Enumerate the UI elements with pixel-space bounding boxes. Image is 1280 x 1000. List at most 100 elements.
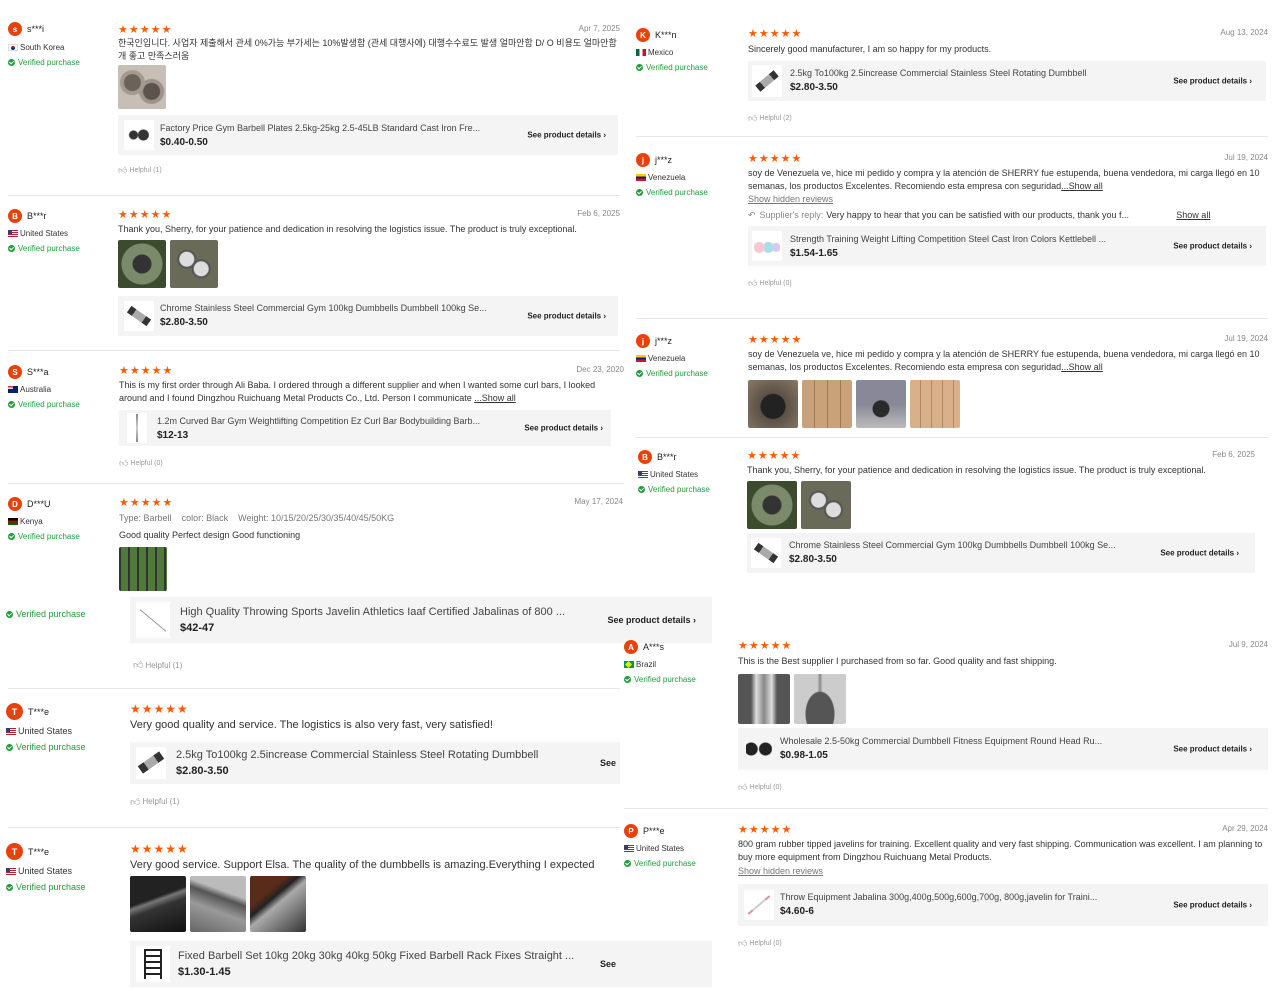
show-all-link[interactable]: ...Show all [474, 393, 516, 403]
reviewer-name: B***r [27, 211, 47, 221]
product-name: Strength Training Weight Lifting Competi… [790, 233, 1106, 244]
reviewer-name: T***e [28, 846, 50, 857]
product-name: 1.2m Curved Bar Gym Weightlifting Compet… [157, 415, 480, 426]
review-photo[interactable] [794, 673, 846, 724]
show-hidden-reviews-link[interactable]: Show hidden reviews [738, 866, 823, 876]
product-card[interactable]: 2.5kg To100kg 2.5increase Commercial Sta… [748, 60, 1266, 101]
see-product-details-link[interactable]: See product details › [1173, 900, 1252, 909]
review-photo[interactable] [130, 875, 186, 932]
review-photo[interactable] [170, 239, 218, 288]
helpful-button[interactable]: 👍︎ Helpful (0) [738, 782, 1268, 793]
review-photo[interactable] [119, 547, 167, 591]
review-date: Aug 13, 2024 [1220, 28, 1268, 37]
product-card[interactable]: Wholesale 2.5-50kg Commercial Dumbbell F… [738, 727, 1268, 770]
review-text: This is my first order through Ali Baba.… [119, 380, 596, 403]
review-text: soy de Venezuela ve, hice mi pedido y co… [748, 349, 1260, 372]
review-text: Thank you, Sherry, for your patience and… [747, 465, 1206, 475]
see-product-details-link[interactable]: See product details › [607, 615, 696, 625]
avatar: D [8, 497, 22, 511]
helpful-button[interactable]: 👍︎ Helpful (1) [130, 796, 620, 808]
avatar: T [6, 843, 23, 860]
helpful-button[interactable]: 👍︎ Helpful (1) [133, 659, 182, 671]
reviewer-info: K K***n Mexico Verified purchase [636, 28, 756, 72]
see-product-details-link[interactable]: See product details › [524, 424, 603, 433]
see-product-details-link[interactable]: See product details › [1173, 744, 1252, 753]
avatar: s [8, 22, 22, 36]
verified-label: Verified purchase [646, 188, 708, 197]
review-card: s s***i South Korea Verified purchase ★★★… [8, 22, 620, 182]
check-icon [8, 533, 15, 540]
star-rating: ★★★★★ [130, 703, 189, 716]
reviewer-name: K***n [655, 30, 677, 40]
see-product-details-link[interactable]: See product details › [1160, 548, 1239, 557]
helpful-button[interactable]: 👍︎ Helpful (0) [748, 278, 1268, 289]
review-text: 한국인입니다. 사업자 제출해서 관세 0%가능 부가세는 10%발생함 (관세… [118, 38, 617, 61]
review-photo[interactable] [802, 380, 852, 428]
review-photo[interactable] [856, 380, 906, 428]
avatar: P [624, 824, 638, 838]
star-rating: ★★★★★ [748, 153, 803, 165]
review-photo[interactable] [738, 673, 790, 724]
product-price: $4.60-6 [780, 906, 814, 917]
avatar: j [636, 334, 650, 348]
product-card[interactable]: Factory Price Gym Barbell Plates 2.5kg-2… [118, 115, 618, 155]
review-photo[interactable] [910, 380, 960, 428]
review-photo[interactable] [748, 380, 798, 428]
reviewer-info: B B***r United States Verified purchase [638, 450, 758, 494]
star-rating: ★★★★★ [748, 28, 803, 40]
product-image [751, 537, 781, 568]
product-card[interactable]: 2.5kg To100kg 2.5increase Commercial Sta… [130, 741, 620, 784]
product-card[interactable]: Throw Equipment Jabalina 300g,400g,500g,… [738, 883, 1268, 926]
review-photo[interactable] [747, 480, 797, 529]
product-name: Fixed Barbell Set 10kg 20kg 30kg 40kg 50… [178, 950, 575, 962]
reviewer-name: s***i [27, 24, 45, 34]
see-product-details-link[interactable]: See product details › [1173, 76, 1252, 85]
show-all-link[interactable]: ...Show all [1061, 362, 1103, 372]
product-card[interactable]: Strength Training Weight Lifting Competi… [748, 226, 1266, 266]
reviewer-country: United States [18, 866, 73, 876]
show-all-link[interactable]: Show all [1176, 209, 1210, 222]
review-card: D D***U Kenya Verified purchase ★★★★★ May… [8, 497, 623, 597]
product-image [136, 746, 166, 779]
verified-badge: Verified purchase [6, 609, 86, 619]
see-product-details-link[interactable]: See [600, 758, 616, 768]
verified-label: Verified purchase [646, 63, 708, 72]
helpful-button[interactable]: 👍︎ Helpful (2) [748, 113, 1268, 124]
see-product-details-link[interactable]: See [600, 959, 616, 969]
thumbs-up-icon: 👍︎ [133, 660, 144, 671]
product-name: Throw Equipment Jabalina 300g,400g,500g,… [780, 892, 1098, 902]
helpful-button[interactable]: 👍︎ Helpful (0) [738, 938, 1268, 949]
show-all-link[interactable]: ...Show all [1061, 181, 1103, 191]
avatar: B [8, 209, 22, 223]
review-photo[interactable] [118, 239, 166, 288]
product-card[interactable]: Chrome Stainless Steel Commercial Gym 10… [747, 532, 1255, 573]
see-product-details-link[interactable]: See product details › [527, 311, 606, 320]
product-card[interactable]: High Quality Throwing Sports Javelin Ath… [130, 597, 712, 643]
product-card[interactable]: Chrome Stainless Steel Commercial Gym 10… [118, 295, 618, 336]
avatar: B [638, 450, 652, 464]
see-product-details-link[interactable]: See product details › [527, 131, 606, 140]
see-product-details-link[interactable]: See product details › [1173, 242, 1252, 251]
product-name: 2.5kg To100kg 2.5increase Commercial Sta… [176, 748, 539, 761]
star-rating: ★★★★★ [130, 843, 189, 856]
review-date: Apr 29, 2024 [1222, 824, 1268, 833]
reviewer-country: Australia [20, 385, 52, 394]
review-date: Jul 19, 2024 [1224, 153, 1268, 162]
helpful-button[interactable]: 👍︎ Helpful (1) [118, 165, 620, 176]
review-photo[interactable] [250, 875, 306, 932]
show-hidden-reviews-link[interactable]: Show hidden reviews [748, 194, 833, 204]
verified-label: Verified purchase [18, 244, 80, 253]
product-image [127, 413, 147, 443]
helpful-button[interactable]: 👍︎ Helpful (0) [119, 458, 624, 469]
review-card: S S***a Australia Verified purchase ★★★★★… [8, 365, 624, 480]
review-photo[interactable] [801, 480, 851, 529]
product-card[interactable]: 1.2m Curved Bar Gym Weightlifting Compet… [119, 410, 611, 446]
review-card: T T***e United States Verified purchase ★… [6, 843, 712, 993]
review-photo[interactable] [118, 65, 166, 109]
flag-us-icon [624, 845, 634, 852]
flag-ke-icon [8, 518, 18, 525]
product-image [136, 946, 170, 982]
product-name: High Quality Throwing Sports Javelin Ath… [180, 606, 565, 618]
review-text: soy de Venezuela ve, hice mi pedido y co… [748, 168, 1260, 191]
review-photo[interactable] [190, 875, 246, 932]
